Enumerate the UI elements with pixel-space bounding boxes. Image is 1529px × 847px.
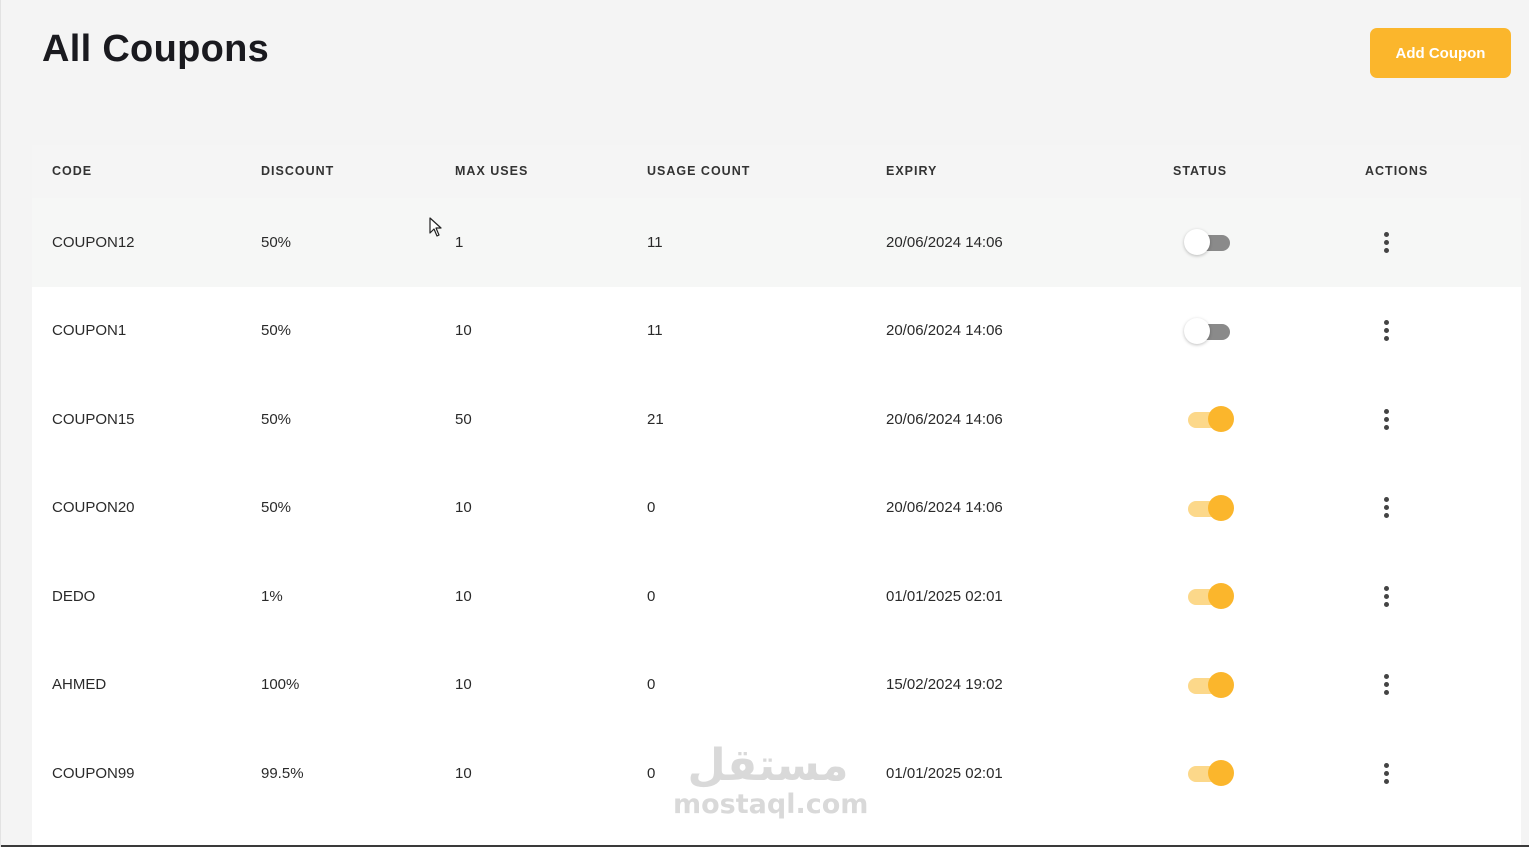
add-coupon-button[interactable]: Add Coupon — [1370, 28, 1511, 78]
cell-discount: 100% — [261, 676, 300, 694]
coupons-table: CODE DISCOUNT MAX USES USAGE COUNT EXPIR… — [32, 145, 1521, 847]
cell-usage-count: 0 — [647, 587, 656, 605]
cell-code: COUPON12 — [52, 233, 135, 251]
table-row: AHMED 100% 10 0 15/02/2024 19:02 — [32, 640, 1521, 730]
cell-code: COUPON1 — [52, 322, 127, 340]
column-header-status: STATUS — [1173, 164, 1228, 178]
table-header: CODE DISCOUNT MAX USES USAGE COUNT EXPIR… — [32, 145, 1521, 198]
mouse-cursor-icon — [429, 217, 442, 237]
cell-usage-count: 21 — [647, 410, 664, 428]
cell-code: COUPON99 — [52, 764, 135, 782]
cell-status — [1184, 729, 1234, 818]
cell-expiry: 01/01/2025 02:01 — [886, 587, 1003, 605]
cell-discount: 99.5% — [261, 764, 304, 782]
cell-discount: 50% — [261, 322, 292, 340]
more-vertical-icon[interactable] — [1374, 760, 1398, 786]
column-header-actions: ACTIONS — [1365, 164, 1429, 178]
cell-expiry: 20/06/2024 14:06 — [886, 233, 1003, 251]
column-header-usage-count: USAGE COUNT — [647, 164, 751, 178]
cell-actions — [1374, 729, 1398, 818]
cell-code: AHMED — [52, 676, 107, 694]
cell-usage-count: 0 — [647, 499, 656, 517]
table-row: DEDO 1% 10 0 01/01/2025 02:01 — [32, 552, 1521, 641]
column-header-max-uses: MAX USES — [455, 164, 529, 178]
cell-max-uses: 10 — [455, 764, 472, 782]
cell-expiry: 01/01/2025 02:01 — [886, 764, 1003, 782]
more-vertical-icon[interactable] — [1374, 406, 1398, 432]
status-toggle[interactable] — [1184, 760, 1234, 787]
coupons-page: All Coupons Add Coupon CODE DISCOUNT MAX… — [0, 0, 1529, 847]
cell-actions — [1374, 641, 1398, 730]
cell-actions — [1374, 287, 1398, 376]
cell-discount: 50% — [261, 233, 292, 251]
status-toggle[interactable] — [1184, 406, 1234, 433]
cell-discount: 50% — [261, 499, 292, 517]
cell-status — [1184, 552, 1234, 641]
table-row: COUPON20 50% 10 0 20/06/2024 14:06 — [32, 463, 1521, 553]
cell-actions — [1374, 375, 1398, 464]
cell-max-uses: 10 — [455, 499, 472, 517]
status-toggle[interactable] — [1184, 583, 1234, 610]
cell-status — [1184, 375, 1234, 464]
cell-max-uses: 50 — [455, 410, 472, 428]
table-row: COUPON15 50% 50 21 20/06/2024 14:06 — [32, 375, 1521, 464]
column-header-expiry: EXPIRY — [886, 164, 938, 178]
cell-status — [1184, 287, 1234, 376]
table-row: COUPON12 50% 1 11 20/06/2024 14:06 — [32, 198, 1521, 287]
cell-max-uses: 10 — [455, 322, 472, 340]
cell-expiry: 20/06/2024 14:06 — [886, 499, 1003, 517]
cell-usage-count: 0 — [647, 676, 656, 694]
cell-discount: 50% — [261, 410, 292, 428]
cell-max-uses: 1 — [455, 233, 464, 251]
status-toggle[interactable] — [1184, 317, 1234, 344]
cell-actions — [1374, 198, 1398, 287]
column-header-code: CODE — [52, 164, 93, 178]
cell-discount: 1% — [261, 587, 283, 605]
cell-code: COUPON20 — [52, 499, 135, 517]
column-header-discount: DISCOUNT — [261, 164, 335, 178]
cell-usage-count: 11 — [647, 322, 663, 340]
table-row: COUPON99 99.5% 10 0 01/01/2025 02:01 — [32, 729, 1521, 818]
more-vertical-icon[interactable] — [1374, 583, 1398, 609]
cell-code: COUPON15 — [52, 410, 135, 428]
cell-expiry: 20/06/2024 14:06 — [886, 322, 1003, 340]
table-row: COUPON1 50% 10 11 20/06/2024 14:06 — [32, 286, 1521, 376]
cell-max-uses: 10 — [455, 676, 472, 694]
more-vertical-icon[interactable] — [1374, 672, 1398, 698]
cell-max-uses: 10 — [455, 587, 472, 605]
cell-usage-count: 11 — [647, 233, 663, 251]
status-toggle[interactable] — [1184, 229, 1234, 256]
cell-status — [1184, 198, 1234, 287]
status-toggle[interactable] — [1184, 494, 1234, 521]
status-toggle[interactable] — [1184, 671, 1234, 698]
cell-expiry: 20/06/2024 14:06 — [886, 410, 1003, 428]
more-vertical-icon[interactable] — [1374, 318, 1398, 344]
cell-actions — [1374, 552, 1398, 641]
cell-status — [1184, 641, 1234, 730]
cell-status — [1184, 464, 1234, 553]
cell-expiry: 15/02/2024 19:02 — [886, 676, 1003, 694]
cell-usage-count: 0 — [647, 764, 656, 782]
more-vertical-icon[interactable] — [1374, 495, 1398, 521]
cell-code: DEDO — [52, 587, 96, 605]
cell-actions — [1374, 464, 1398, 553]
page-title: All Coupons — [42, 28, 270, 70]
more-vertical-icon[interactable] — [1374, 229, 1398, 255]
